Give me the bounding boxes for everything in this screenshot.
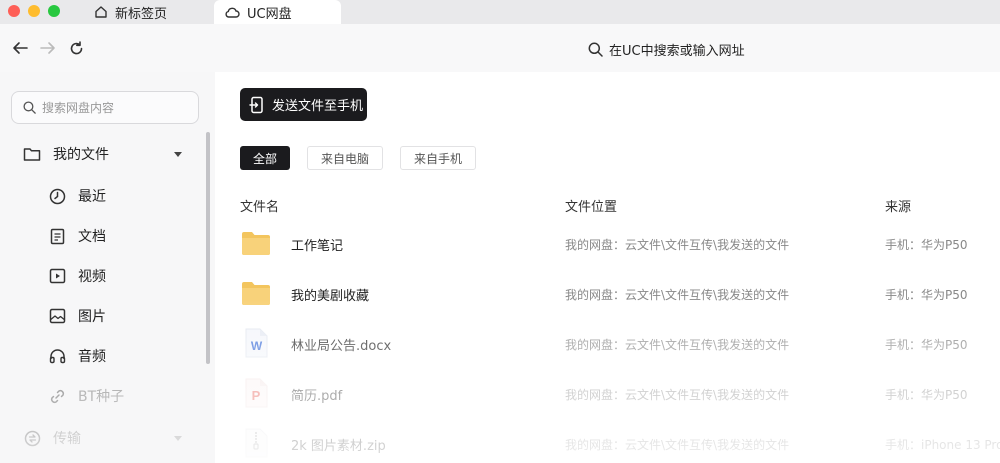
file-location: 我的网盘：云文件\文件互传\我发送的文件 (565, 388, 790, 402)
sidebar: 搜索网盘内容 我的文件 最近 文档 视频 图片 音频 BT种子 传输 (0, 72, 215, 463)
reload-icon (70, 40, 82, 54)
clock-icon (47, 186, 67, 206)
tab-new-tab[interactable]: 新标签页 (94, 0, 212, 24)
file-name: 林业局公告.docx (291, 339, 392, 354)
file-location: 我的网盘：云文件\文件互传\我发送的文件 (565, 438, 790, 452)
transfer-icon (22, 428, 42, 448)
forward-button[interactable] (38, 38, 58, 58)
file-name: 2k 图片素材.zip (291, 439, 386, 454)
svg-text:W: W (251, 339, 263, 353)
table-row[interactable]: W 林业局公告.docx 我的网盘：云文件\文件互传\我发送的文件 手机：华为P… (215, 321, 1000, 371)
document-icon (47, 226, 67, 246)
filter-all[interactable]: 全部 (240, 146, 290, 170)
table-row[interactable]: 工作笔记 我的网盘：云文件\文件互传\我发送的文件 手机：华为P50 (215, 221, 1000, 271)
sidebar-item-label: 传输 (53, 431, 81, 447)
file-name: 我的美剧收藏 (291, 289, 370, 304)
back-button[interactable] (10, 38, 30, 58)
file-location: 我的网盘：云文件\文件互传\我发送的文件 (565, 338, 790, 352)
maximize-window-button[interactable] (48, 5, 60, 17)
main-panel: 发送文件至手机 全部 来自电脑 来自手机 文件名 文件位置 来源 工作笔记 我的… (215, 72, 1000, 463)
filter-from-pc[interactable]: 来自电脑 (307, 146, 383, 170)
file-location: 我的网盘：云文件\文件互传\我发送的文件 (565, 288, 790, 302)
tab-label: UC网盘 (247, 6, 292, 22)
svg-text:P: P (252, 388, 261, 403)
sidebar-item-label: 图片 (78, 309, 106, 325)
home-icon (95, 6, 107, 18)
address-bar[interactable]: 在UC中搜索或输入网址 (588, 39, 745, 59)
sidebar-item-images[interactable]: 图片 (0, 301, 205, 331)
pdf-document-icon: P (245, 378, 268, 408)
sidebar-item-documents[interactable]: 文档 (0, 221, 205, 251)
arrow-left-icon (13, 42, 28, 54)
link-icon (47, 386, 67, 406)
arrow-right-icon (40, 42, 55, 54)
word-document-icon: W (245, 328, 268, 358)
sidebar-item-bt-torrent[interactable]: BT种子 (0, 381, 205, 411)
tab-label: 新标签页 (115, 6, 168, 22)
sidebar-item-label: 文档 (78, 229, 106, 245)
close-window-button[interactable] (8, 5, 20, 17)
table-row[interactable]: 2k 图片素材.zip 我的网盘：云文件\文件互传\我发送的文件 手机：iPho… (215, 421, 1000, 463)
search-placeholder: 搜索网盘内容 (42, 101, 115, 115)
sidebar-scrollbar[interactable] (206, 132, 210, 364)
file-source: 手机：华为P50 (885, 388, 968, 402)
navigation-bar: 在UC中搜索或输入网址 (0, 24, 1000, 72)
sidebar-item-label: 视频 (78, 269, 106, 285)
folder-icon (242, 232, 270, 255)
folder-icon (242, 282, 270, 305)
table-row[interactable]: P 简历.pdf 我的网盘：云文件\文件互传\我发送的文件 手机：华为P50 (215, 371, 1000, 421)
sidebar-item-label: 我的文件 (53, 147, 109, 163)
column-header-source[interactable]: 来源 (885, 196, 911, 215)
zip-archive-icon (245, 428, 268, 458)
file-source: 手机：华为P50 (885, 338, 968, 352)
sidebar-item-label: 最近 (78, 189, 106, 205)
sidebar-item-label: 音频 (78, 349, 106, 365)
file-source: 手机：华为P50 (885, 288, 968, 302)
sidebar-item-transfer[interactable]: 传输 (0, 423, 205, 453)
file-source: 手机：华为P50 (885, 238, 968, 252)
headphones-icon (47, 346, 67, 366)
file-location: 我的网盘：云文件\文件互传\我发送的文件 (565, 238, 790, 252)
chevron-down-icon[interactable] (174, 435, 182, 441)
table-row[interactable]: 我的美剧收藏 我的网盘：云文件\文件互传\我发送的文件 手机：华为P50 (215, 271, 1000, 321)
reload-button[interactable] (66, 38, 86, 58)
image-icon (47, 306, 67, 326)
filter-from-phone[interactable]: 来自手机 (400, 146, 476, 170)
sidebar-item-my-files[interactable]: 我的文件 (0, 139, 205, 169)
chevron-down-icon[interactable] (174, 151, 182, 157)
column-header-name[interactable]: 文件名 (240, 196, 279, 215)
file-name: 简历.pdf (291, 389, 343, 404)
tab-uc-netdisk[interactable]: UC网盘 (214, 0, 341, 24)
sidebar-search-input[interactable]: 搜索网盘内容 (11, 91, 199, 124)
send-file-to-phone-button[interactable]: 发送文件至手机 (240, 88, 367, 121)
send-button-label: 发送文件至手机 (272, 99, 364, 114)
address-placeholder: 在UC中搜索或输入网址 (609, 43, 745, 59)
cloud-icon (225, 7, 240, 18)
file-source: 手机：iPhone 13 Pro (885, 438, 1000, 452)
minimize-window-button[interactable] (28, 5, 40, 17)
sidebar-item-label: BT种子 (78, 389, 125, 405)
video-icon (47, 266, 67, 286)
title-bar: 新标签页 UC网盘 (0, 0, 1000, 24)
search-icon (588, 42, 603, 57)
sidebar-item-audio[interactable]: 音频 (0, 341, 205, 371)
file-name: 工作笔记 (291, 239, 344, 254)
search-icon (23, 101, 36, 114)
sidebar-item-recent[interactable]: 最近 (0, 181, 205, 211)
phone-send-icon (249, 96, 263, 113)
sidebar-item-video[interactable]: 视频 (0, 261, 205, 291)
column-header-location[interactable]: 文件位置 (565, 196, 617, 215)
folder-icon (22, 144, 42, 164)
